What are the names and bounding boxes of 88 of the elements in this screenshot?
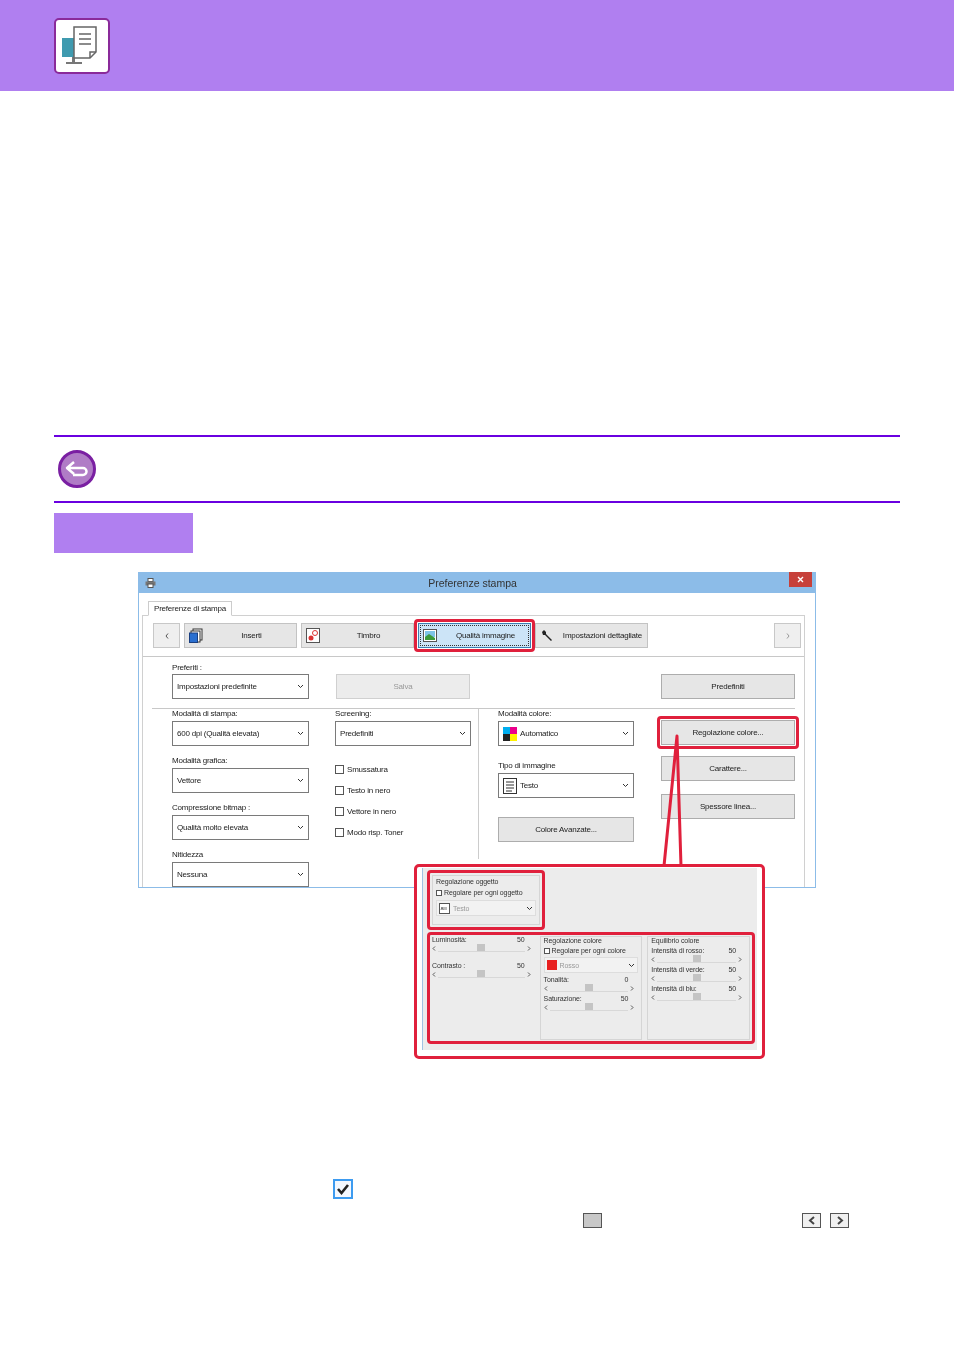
return-icon[interactable] xyxy=(58,450,96,488)
chevron-down-icon xyxy=(297,684,304,689)
chevron-right-icon[interactable] xyxy=(630,985,635,991)
checkbox-label: Testo in nero xyxy=(347,786,391,795)
chevron-down-icon xyxy=(297,872,304,877)
scroll-left-icon xyxy=(802,1213,821,1228)
chevron-down-icon xyxy=(622,731,629,736)
color-swatch-icon xyxy=(546,960,557,970)
field-label: Nitidezza xyxy=(172,850,205,860)
tab[interactable]: Timbro xyxy=(301,623,414,648)
dropdown[interactable]: Impostazioni predefinite xyxy=(172,674,309,699)
window-title: Preferenze stampa xyxy=(427,576,518,589)
slider-thumb[interactable] xyxy=(692,955,701,962)
chevron-right-icon[interactable] xyxy=(526,971,531,977)
chevron-down-icon xyxy=(297,731,304,736)
checkbox[interactable] xyxy=(335,765,344,774)
defaults-button[interactable]: Predefiniti xyxy=(661,674,795,699)
chevron-down-icon xyxy=(622,783,629,788)
checkbox-label: Vettore in nero xyxy=(347,807,397,816)
chevron-down-icon xyxy=(628,962,636,968)
checkbox[interactable] xyxy=(335,807,344,816)
text-document-icon xyxy=(503,777,517,794)
chevron-left-icon[interactable] xyxy=(651,975,656,981)
field-label: Modalità colore: xyxy=(498,709,553,719)
slider-thumb[interactable] xyxy=(477,970,486,977)
dropdown[interactable]: Predefiniti xyxy=(335,721,471,746)
slider-thumb[interactable] xyxy=(692,993,701,1000)
chevron-left-icon[interactable] xyxy=(432,945,436,951)
image-icon xyxy=(423,629,437,642)
dropdown[interactable]: Vettore xyxy=(172,768,309,793)
text-sample-icon xyxy=(439,902,450,914)
tab[interactable]: Qualità immagine xyxy=(418,623,531,648)
chevron-right-icon xyxy=(785,632,790,639)
slider-thumb[interactable] xyxy=(584,1003,593,1010)
checkbox-label: Modo risp. Toner xyxy=(347,828,404,837)
wrench-icon xyxy=(540,628,554,643)
color-squares-icon xyxy=(503,726,517,741)
close-icon xyxy=(797,576,804,583)
settings-button[interactable]: Carattere... xyxy=(661,756,795,781)
dropdown[interactable]: 600 dpi (Qualità elevata) xyxy=(172,721,309,746)
chevron-left-icon[interactable] xyxy=(432,971,436,977)
chevron-left-icon[interactable] xyxy=(651,956,656,962)
chevron-right-icon[interactable] xyxy=(738,975,742,981)
checkbox[interactable] xyxy=(543,947,550,954)
chevron-right-icon[interactable] xyxy=(630,1004,635,1010)
tab[interactable]: Preferenze di stampa xyxy=(148,601,233,616)
slider-thumb-icon xyxy=(583,1213,602,1228)
field-label: Modalità grafica: xyxy=(172,756,229,766)
pages-icon xyxy=(189,628,203,643)
field-label: Preferiti : xyxy=(172,663,203,673)
scroll-right-button[interactable] xyxy=(774,623,801,648)
chevron-down-icon xyxy=(297,825,304,830)
chevron-left-icon[interactable] xyxy=(543,1004,548,1010)
scroll-right-icon xyxy=(830,1213,849,1228)
chevron-left-icon[interactable] xyxy=(651,994,656,1000)
scroll-left-button[interactable] xyxy=(153,623,180,648)
chevron-left-icon[interactable] xyxy=(543,985,548,991)
checkbox[interactable] xyxy=(335,828,344,837)
dropdown[interactable]: Testo xyxy=(498,773,634,798)
dropdown[interactable]: Nessuna xyxy=(172,862,309,887)
slider-thumb[interactable] xyxy=(584,984,593,991)
chevron-down-icon xyxy=(526,905,533,911)
chevron-down-icon xyxy=(459,731,466,736)
settings-button[interactable]: Spessore linea... xyxy=(661,794,795,819)
slider-thumb[interactable] xyxy=(692,974,701,981)
dropdown[interactable]: Automatico xyxy=(498,721,634,746)
tab[interactable]: Inserti xyxy=(184,623,297,648)
checkbox-label: Smussatura xyxy=(347,765,388,774)
advanced-color-button[interactable]: Colore Avanzate... xyxy=(498,817,634,842)
field-label: Modalità di stampa: xyxy=(172,709,239,719)
field-label: Tipo di immagine xyxy=(498,761,557,771)
checkbox[interactable] xyxy=(436,889,442,896)
print-document-icon xyxy=(54,18,110,74)
printer-icon xyxy=(145,577,156,588)
checkbox[interactable] xyxy=(335,786,344,795)
settings-button[interactable]: Regolazione colore... xyxy=(661,720,795,745)
chevron-left-icon xyxy=(164,632,169,639)
field-label: Screening: xyxy=(335,709,373,719)
stamp-document-icon xyxy=(306,628,320,643)
field-label: Compressione bitmap : xyxy=(172,803,252,813)
chevron-right-icon[interactable] xyxy=(526,945,531,951)
tab[interactable]: Impostazioni dettagliate xyxy=(535,623,648,648)
chevron-right-icon[interactable] xyxy=(738,956,742,962)
close-button[interactable] xyxy=(789,572,812,587)
chevron-right-icon[interactable] xyxy=(738,994,742,1000)
chevron-down-icon xyxy=(297,778,304,783)
slider-thumb[interactable] xyxy=(477,944,486,951)
dropdown[interactable]: Qualità molto elevata xyxy=(172,815,309,840)
